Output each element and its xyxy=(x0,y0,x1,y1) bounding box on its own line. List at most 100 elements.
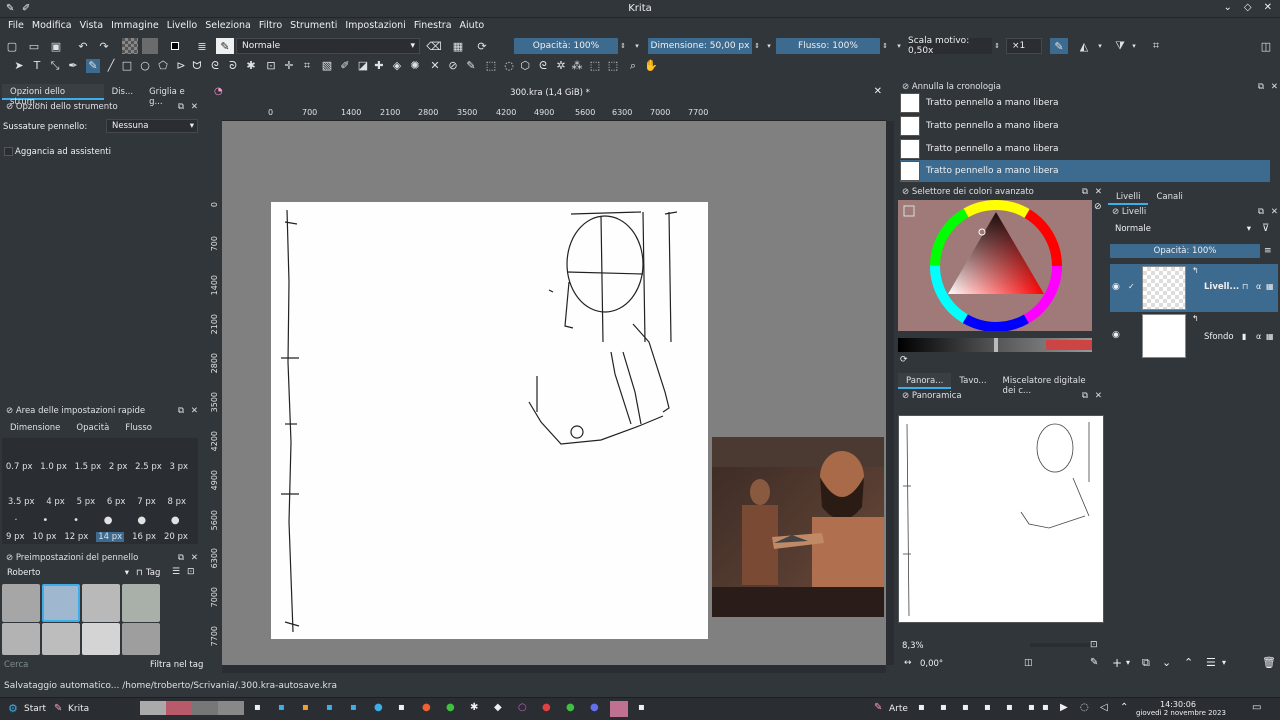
import-icon[interactable]: ⊡ xyxy=(187,567,195,577)
opacity-slider[interactable]: Opacità: 100% xyxy=(514,38,618,54)
layer-inherit-icon[interactable]: ▦ xyxy=(1266,282,1274,291)
files-icon[interactable]: ▪ xyxy=(278,702,285,713)
tab-tool-options[interactable]: Opzioni dello strum... xyxy=(2,84,104,107)
blend-mode-select[interactable]: Normale ▾ xyxy=(236,38,420,54)
tray-icon[interactable]: ▪ xyxy=(962,702,969,713)
float-icon[interactable]: ⧉ xyxy=(178,406,184,416)
app-icon[interactable]: ▪ xyxy=(398,702,405,713)
close-document-icon[interactable]: ✕ xyxy=(874,86,882,97)
vertical-scrollbar[interactable] xyxy=(886,121,894,665)
tab-dimensione[interactable]: Dimensione xyxy=(2,420,68,436)
layer-inherit-icon[interactable]: ▦ xyxy=(1266,332,1274,341)
history-item-selected[interactable]: Tratto pennello a mano libera xyxy=(900,160,1270,182)
start-button[interactable]: Start xyxy=(24,704,46,714)
refresh-colors-icon[interactable]: ⟳ xyxy=(900,355,908,365)
size-preset[interactable]: 3 px xyxy=(170,462,189,472)
layer-name[interactable]: Sfondo xyxy=(1204,332,1234,342)
list-view-icon[interactable]: ☰ xyxy=(172,567,180,577)
edit-shapes-icon[interactable]: ⤡ xyxy=(48,59,62,73)
pattern-swatch[interactable] xyxy=(142,38,158,54)
history-item[interactable]: Tratto pennello a mano libera xyxy=(900,138,1270,160)
brush-search-input[interactable]: Cerca xyxy=(4,660,28,670)
crop-tool-icon[interactable]: ⌗ xyxy=(300,59,314,73)
horizontal-scrollbar[interactable] xyxy=(222,665,886,673)
reference-image[interactable] xyxy=(712,437,884,617)
tab-dis[interactable]: Dis... xyxy=(104,84,141,100)
float-icon[interactable]: ⧉ xyxy=(1082,187,1088,197)
move-tool-icon[interactable]: ✛ xyxy=(282,59,296,73)
move-layer-down-icon[interactable]: ⌄ xyxy=(1162,656,1171,669)
freehand-brush-icon[interactable]: ✎ xyxy=(86,59,100,73)
brush-preset-select[interactable]: Roberto ▾ xyxy=(2,566,132,580)
document-icon[interactable]: ▪ xyxy=(350,702,357,713)
close-dock-icon[interactable]: ✕ xyxy=(1095,391,1102,401)
opacity-stepper[interactable]: ⇕ xyxy=(618,38,628,54)
brush-preset-texture[interactable] xyxy=(122,623,160,655)
smart-patch-icon[interactable]: ✚ xyxy=(372,59,386,73)
bezier-tool-icon[interactable]: ᗢ xyxy=(190,59,204,73)
float-icon[interactable]: ⧉ xyxy=(178,102,184,112)
menu-seleziona[interactable]: Seleziona xyxy=(201,18,255,34)
line-tool-icon[interactable]: ╱ xyxy=(104,59,118,73)
desktop-2[interactable] xyxy=(166,701,192,715)
calligraphy-icon[interactable]: ✒ xyxy=(66,59,80,73)
close-dock-icon[interactable]: ✕ xyxy=(1271,207,1278,217)
layer-alpha-lock-icon[interactable]: α xyxy=(1256,332,1261,341)
app-icon[interactable]: ✱ xyxy=(470,702,478,713)
add-layer-dropdown-icon[interactable]: ▾ xyxy=(1126,658,1130,667)
size-stepper[interactable]: ⇕ xyxy=(752,38,762,54)
enclose-fill-icon[interactable]: ✺ xyxy=(408,59,422,73)
canvas-paper[interactable] xyxy=(271,202,708,639)
float-icon[interactable]: ⧉ xyxy=(1082,391,1088,401)
new-file-icon[interactable]: ▢ xyxy=(4,38,20,54)
float-icon[interactable]: ⧉ xyxy=(1258,82,1264,92)
text-tool-icon[interactable]: T xyxy=(30,59,44,73)
mirror-view-icon[interactable]: ◫ xyxy=(1024,658,1033,668)
desktop-1[interactable] xyxy=(140,701,166,715)
history-item[interactable]: Tratto pennello a mano libera xyxy=(900,115,1270,137)
tag-icon[interactable]: ⊓ xyxy=(136,568,143,578)
arte-label[interactable]: Arte xyxy=(889,704,908,714)
gradient-tool-icon[interactable]: ▧ xyxy=(320,59,334,73)
polygon-tool-icon[interactable]: ⬠ xyxy=(156,59,170,73)
app-icon[interactable]: ● xyxy=(566,702,575,713)
discord-icon[interactable]: ● xyxy=(590,702,599,713)
similar-select-icon[interactable]: ⁂ xyxy=(570,59,584,73)
network-icon[interactable]: ◌ xyxy=(1080,702,1089,713)
tab-grid[interactable]: Griglia e g... xyxy=(141,84,206,107)
delete-layer-icon[interactable]: 🗑 xyxy=(1262,656,1276,669)
rectangle-tool-icon[interactable]: □ xyxy=(120,59,134,73)
pattern-scale-slider[interactable]: Scala motivo: 0,50x xyxy=(908,36,992,56)
media-icon[interactable]: ▶ xyxy=(1060,702,1068,713)
visibility-icon[interactable]: ◉ xyxy=(1112,282,1120,292)
multibrush-icon[interactable]: ✱ xyxy=(244,59,258,73)
size-preset[interactable]: 6 px xyxy=(107,497,126,507)
mirror-horizontal-icon[interactable]: ◭ xyxy=(1076,38,1092,54)
redo-icon[interactable]: ↷ xyxy=(96,38,112,54)
save-icon[interactable]: ▣ xyxy=(48,38,64,54)
tab-channels[interactable]: Canali xyxy=(1148,189,1190,205)
brush-preset-ink[interactable] xyxy=(2,584,40,622)
ellipse-tool-icon[interactable]: ○ xyxy=(138,59,152,73)
tab-flusso[interactable]: Flusso xyxy=(117,420,160,436)
menu-impostazioni[interactable]: Impostazioni xyxy=(341,18,410,34)
dock-lock-icon[interactable]: ⊘ xyxy=(902,82,909,92)
magnetic-select-icon[interactable]: ⬚ xyxy=(606,59,620,73)
volume-icon[interactable]: ◁ xyxy=(1100,702,1108,713)
colorize-mask-icon[interactable]: ◪ xyxy=(356,59,370,73)
flow-stepper[interactable]: ⇕ xyxy=(880,38,890,54)
rotation-value[interactable]: 0,00° xyxy=(920,659,943,669)
close-dock-icon[interactable]: ✕ xyxy=(191,102,198,112)
brush-preset-icon[interactable]: ✎ xyxy=(216,38,234,54)
size-preset[interactable]: 8 px xyxy=(168,497,187,507)
dock-lock-icon[interactable]: ⊘ xyxy=(1112,207,1119,217)
dock-lock-icon[interactable]: ⊘ xyxy=(902,187,909,197)
workspace-icon[interactable]: ◫ xyxy=(1258,38,1274,54)
history-item[interactable]: Tratto pennello a mano libera xyxy=(900,92,1270,114)
menu-livello[interactable]: Livello xyxy=(163,18,202,34)
folder-icon[interactable]: ▪ xyxy=(302,702,309,713)
menu-strumenti[interactable]: Strumenti xyxy=(286,18,341,34)
visibility-icon[interactable]: ◉ xyxy=(1112,330,1120,340)
crop-icon[interactable]: ⌗ xyxy=(1148,38,1164,54)
firefox-icon[interactable]: ● xyxy=(422,702,431,713)
